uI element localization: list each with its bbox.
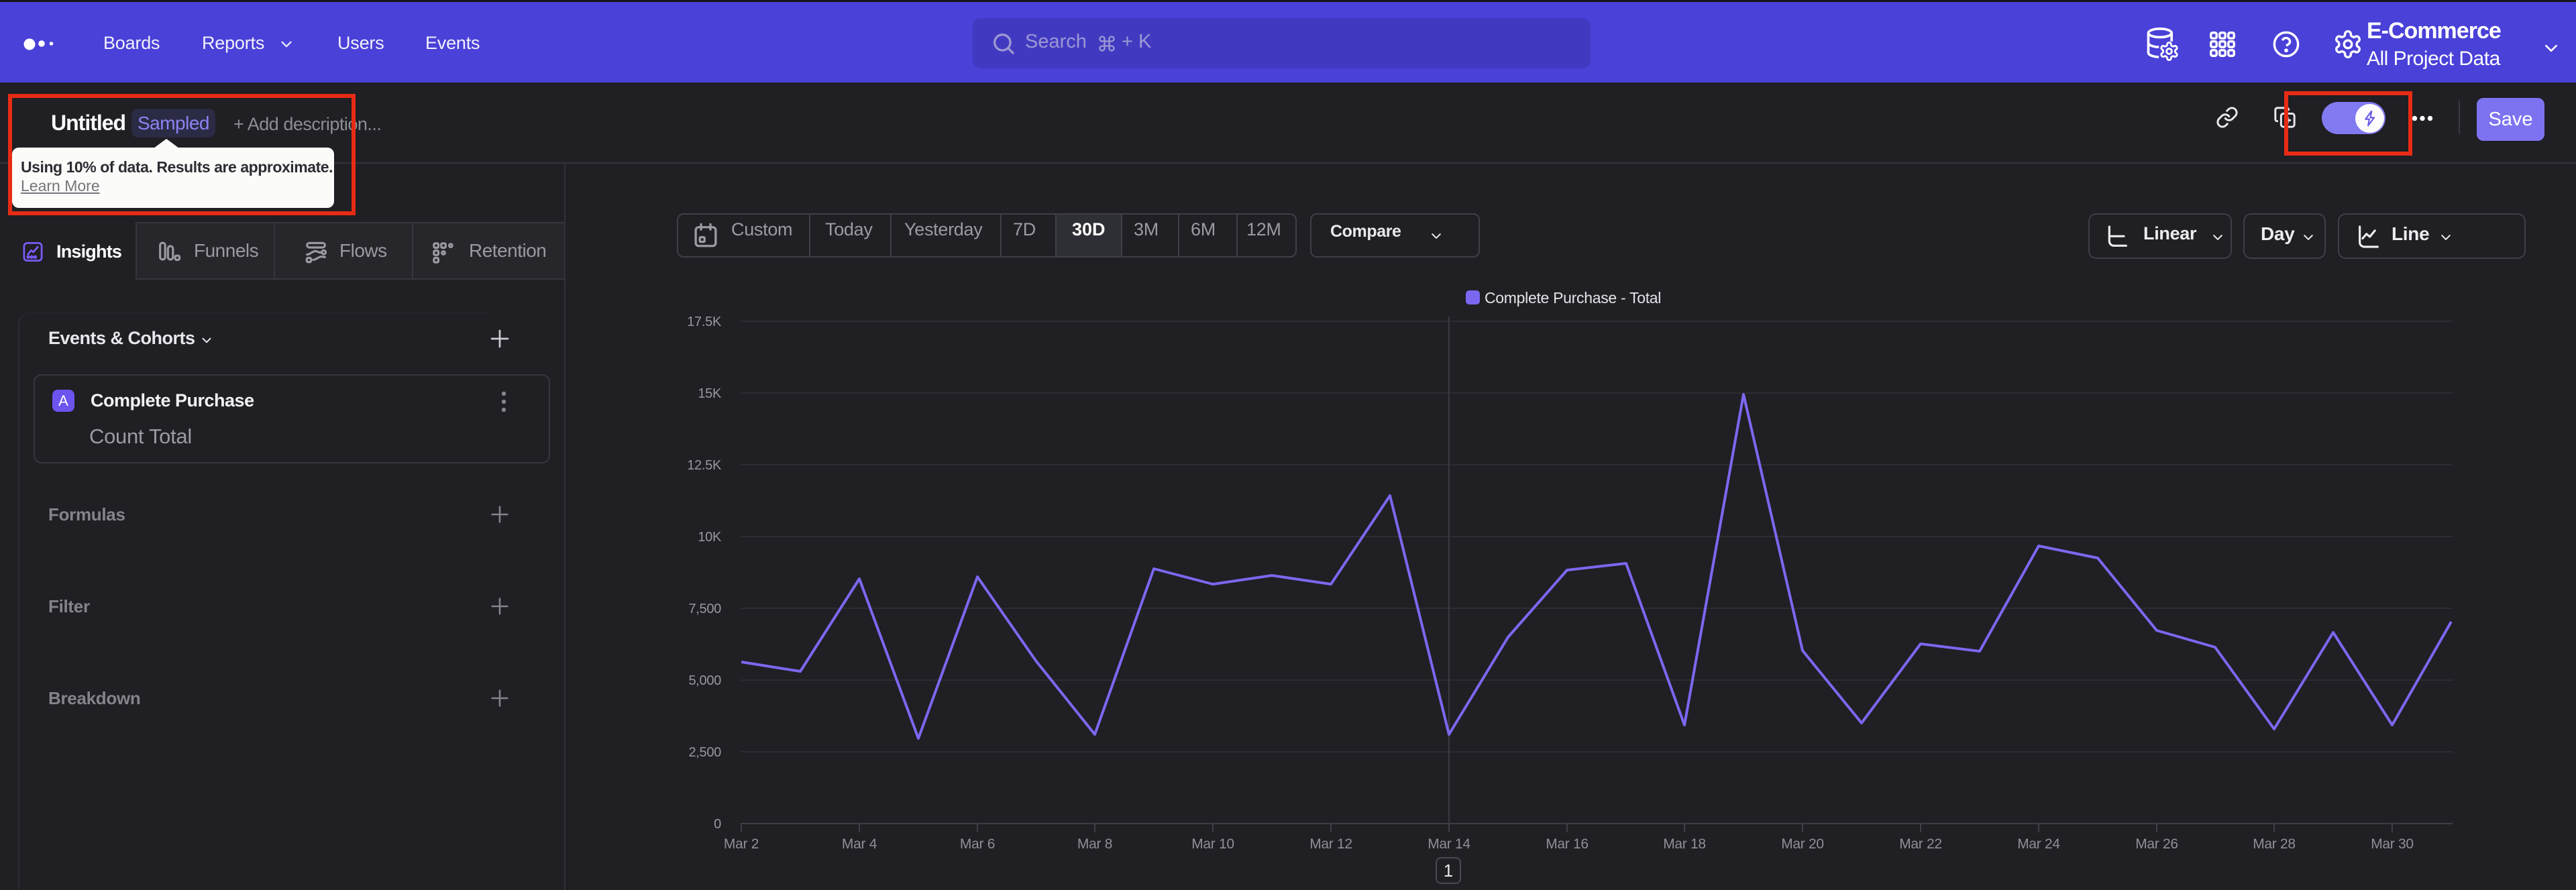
svg-text:Mar 20: Mar 20 <box>1781 836 1824 852</box>
svg-text:Mar 16: Mar 16 <box>1546 836 1589 852</box>
svg-text:17.5K: 17.5K <box>687 315 722 329</box>
svg-text:2,500: 2,500 <box>688 745 721 760</box>
svg-text:0: 0 <box>714 817 721 832</box>
svg-text:Mar 8: Mar 8 <box>1077 836 1112 852</box>
svg-text:Mar 28: Mar 28 <box>2253 836 2296 852</box>
svg-text:Mar 22: Mar 22 <box>1899 836 1942 852</box>
svg-text:Mar 30: Mar 30 <box>2371 836 2414 852</box>
svg-text:Mar 24: Mar 24 <box>2017 836 2060 852</box>
svg-text:5,000: 5,000 <box>688 673 721 688</box>
svg-text:Mar 14: Mar 14 <box>1428 836 1470 852</box>
svg-text:Complete Purchase - Total: Complete Purchase - Total <box>1485 289 1661 307</box>
svg-text:Mar 12: Mar 12 <box>1309 836 1352 852</box>
svg-text:Mar 2: Mar 2 <box>724 836 759 852</box>
svg-text:10K: 10K <box>698 530 722 545</box>
svg-text:15K: 15K <box>698 386 722 401</box>
svg-text:Mar 18: Mar 18 <box>1663 836 1706 852</box>
svg-text:Mar 26: Mar 26 <box>2135 836 2178 852</box>
svg-text:12.5K: 12.5K <box>687 458 722 473</box>
svg-text:Mar 10: Mar 10 <box>1191 836 1234 852</box>
svg-text:Mar 6: Mar 6 <box>960 836 995 852</box>
svg-text:Mar 4: Mar 4 <box>842 836 877 852</box>
svg-text:7,500: 7,500 <box>688 602 721 616</box>
